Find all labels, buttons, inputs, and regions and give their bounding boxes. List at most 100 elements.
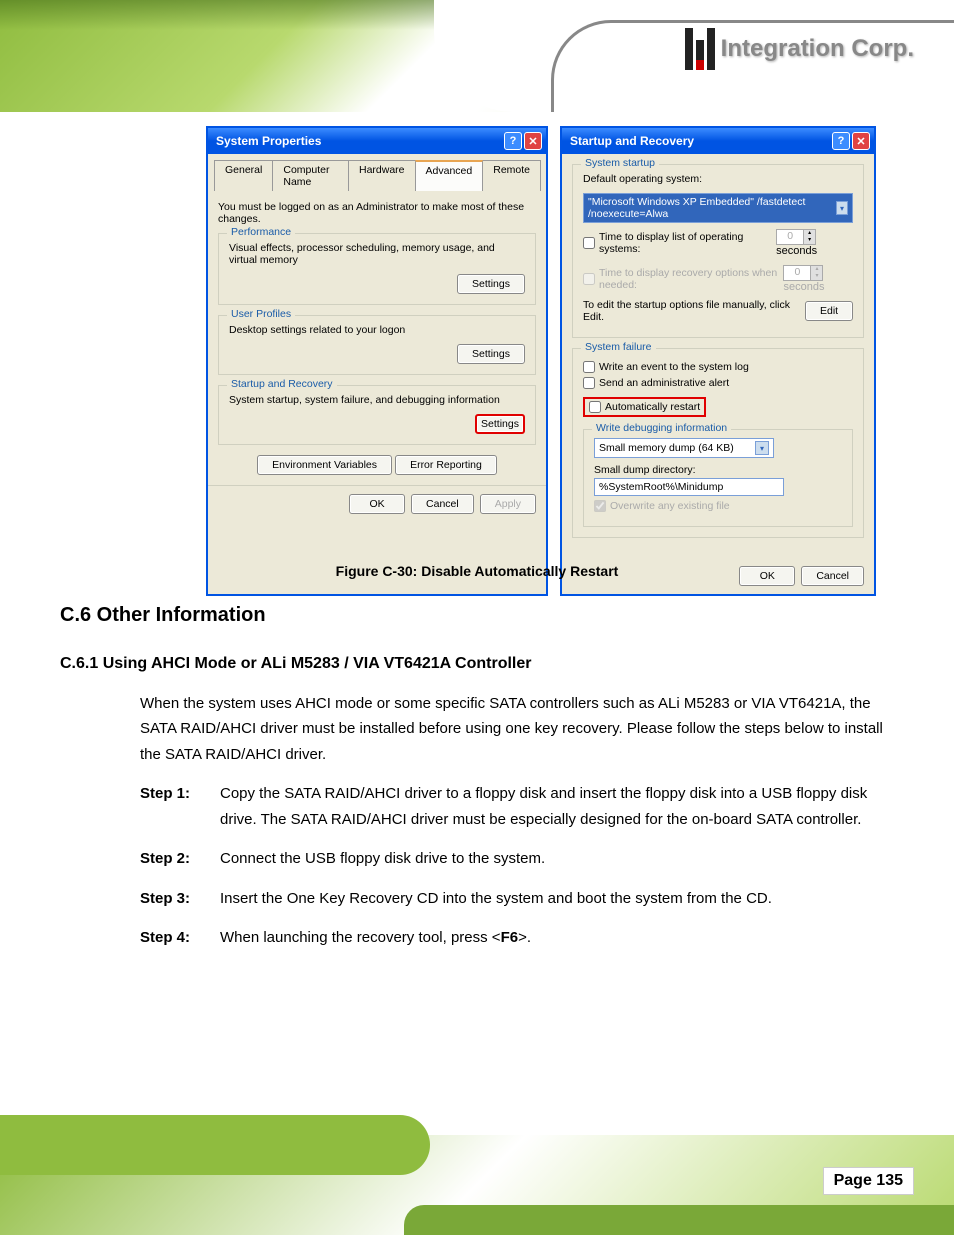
tab-remote[interactable]: Remote: [482, 160, 541, 191]
seconds-label: seconds: [776, 245, 817, 257]
startup-recovery-desc: System startup, system failure, and debu…: [229, 394, 525, 406]
send-alert-checkbox[interactable]: [583, 377, 595, 389]
system-properties-dialog: System Properties ? ✕ General Computer N…: [206, 126, 548, 596]
time-recovery-checkbox: [583, 273, 595, 285]
help-icon[interactable]: ?: [832, 132, 850, 150]
step-text: Copy the SATA RAID/AHCI driver to a flop…: [220, 781, 894, 832]
footer-banner: [0, 1135, 954, 1235]
time-recovery-row: Time to display recovery options when ne…: [583, 267, 777, 291]
dialog-titlebar: System Properties ? ✕: [208, 128, 546, 154]
performance-settings-button[interactable]: Settings: [457, 274, 525, 294]
step-1: Step 1: Copy the SATA RAID/AHCI driver t…: [60, 781, 894, 832]
figure-caption: Figure C-30: Disable Automatically Resta…: [60, 560, 894, 584]
user-profiles-legend: User Profiles: [227, 308, 295, 320]
debug-info-group: Write debugging information Small memory…: [583, 429, 853, 527]
auto-restart-checkbox[interactable]: [589, 401, 601, 413]
dump-type-select[interactable]: Small memory dump (64 KB) ▾: [594, 438, 774, 458]
time-list-checkbox[interactable]: [583, 237, 595, 249]
close-icon[interactable]: ✕: [852, 132, 870, 150]
cancel-button[interactable]: Cancel: [411, 494, 474, 514]
user-profiles-desc: Desktop settings related to your logon: [229, 324, 525, 336]
performance-legend: Performance: [227, 226, 295, 238]
chevron-down-icon[interactable]: ▾: [755, 441, 769, 455]
time-list-label: Time to display list of operating system…: [599, 231, 770, 255]
step-label: Step 2:: [140, 846, 200, 872]
system-startup-legend: System startup: [581, 157, 659, 169]
error-reporting-button[interactable]: Error Reporting: [395, 455, 497, 475]
step-label: Step 4:: [140, 925, 200, 951]
step-text: When launching the recovery tool, press …: [220, 925, 531, 951]
edit-note: To edit the startup options file manuall…: [583, 299, 799, 323]
debug-info-legend: Write debugging information: [592, 422, 731, 434]
step-text: Insert the One Key Recovery CD into the …: [220, 886, 772, 912]
dialog-title: System Properties: [216, 134, 502, 148]
system-failure-group: System failure Write an event to the sys…: [572, 348, 864, 538]
system-startup-group: System startup Default operating system:…: [572, 164, 864, 338]
auto-restart-row: Automatically restart: [583, 397, 706, 417]
help-icon[interactable]: ?: [504, 132, 522, 150]
dump-type-value: Small memory dump (64 KB): [599, 442, 734, 454]
tab-hardware[interactable]: Hardware: [348, 160, 416, 191]
footer-right: [404, 1205, 954, 1235]
company-logo: Integration Corp.: [685, 28, 914, 70]
write-event-row: Write an event to the system log: [583, 361, 853, 373]
user-profiles-settings-button[interactable]: Settings: [457, 344, 525, 364]
dialog-body: You must be logged on as an Administrato…: [208, 191, 546, 485]
apply-button[interactable]: Apply: [480, 494, 536, 514]
startup-recovery-settings-button[interactable]: Settings: [475, 414, 525, 434]
header-banner: Integration Corp.: [0, 0, 954, 112]
default-os-value: "Microsoft Windows XP Embedded" /fastdet…: [588, 196, 836, 220]
paragraph: When the system uses AHCI mode or some s…: [60, 691, 894, 768]
overwrite-label: Overwrite any existing file: [610, 500, 730, 512]
page-number: Page 135: [823, 1167, 914, 1195]
dialog-titlebar: Startup and Recovery ? ✕: [562, 128, 874, 154]
dump-dir-input[interactable]: %SystemRoot%\Minidump: [594, 478, 784, 496]
ok-button[interactable]: OK: [349, 494, 405, 514]
tabs: General Computer Name Hardware Advanced …: [208, 154, 546, 191]
seconds-label: seconds: [783, 281, 824, 293]
section-heading: C.6 Other Information: [60, 598, 894, 632]
subsection-heading: C.6.1 Using AHCI Mode or ALi M5283 / VIA…: [60, 650, 894, 677]
tab-advanced[interactable]: Advanced: [415, 160, 484, 191]
write-event-label: Write an event to the system log: [599, 361, 749, 373]
admin-note: You must be logged on as an Administrato…: [218, 201, 536, 225]
step-2: Step 2: Connect the USB floppy disk driv…: [60, 846, 894, 872]
chevron-down-icon[interactable]: ▾: [836, 201, 848, 215]
write-event-checkbox[interactable]: [583, 361, 595, 373]
auto-restart-label: Automatically restart: [605, 401, 700, 413]
close-icon[interactable]: ✕: [524, 132, 542, 150]
time-list-spinner[interactable]: 0 ▴▾: [776, 229, 816, 245]
system-failure-legend: System failure: [581, 341, 656, 353]
startup-recovery-legend: Startup and Recovery: [227, 378, 337, 390]
performance-desc: Visual effects, processor scheduling, me…: [229, 242, 525, 266]
time-recovery-spinner: 0 ▴▾: [783, 265, 823, 281]
step-label: Step 3:: [140, 886, 200, 912]
edit-button[interactable]: Edit: [805, 301, 853, 321]
startup-recovery-dialog: Startup and Recovery ? ✕ System startup …: [560, 126, 876, 596]
screenshot-dialogs: System Properties ? ✕ General Computer N…: [206, 126, 876, 596]
performance-group: Performance Visual effects, processor sc…: [218, 233, 536, 305]
footer-curve: [0, 1115, 430, 1175]
time-list-row: Time to display list of operating system…: [583, 231, 770, 255]
send-alert-label: Send an administrative alert: [599, 377, 729, 389]
send-alert-row: Send an administrative alert: [583, 377, 853, 389]
step-4: Step 4: When launching the recovery tool…: [60, 925, 894, 951]
default-os-label: Default operating system:: [583, 173, 853, 185]
tab-computer-name[interactable]: Computer Name: [272, 160, 349, 191]
environment-variables-button[interactable]: Environment Variables: [257, 455, 392, 475]
step-label: Step 1:: [140, 781, 200, 832]
step-3: Step 3: Insert the One Key Recovery CD i…: [60, 886, 894, 912]
dump-dir-label: Small dump directory:: [594, 464, 842, 476]
startup-recovery-group: Startup and Recovery System startup, sys…: [218, 385, 536, 445]
logo-text: Integration Corp.: [721, 35, 914, 63]
user-profiles-group: User Profiles Desktop settings related t…: [218, 315, 536, 375]
default-os-select[interactable]: "Microsoft Windows XP Embedded" /fastdet…: [583, 193, 853, 223]
overwrite-checkbox: [594, 500, 606, 512]
dialog-footer: OK Cancel Apply: [208, 485, 546, 522]
dialog-title: Startup and Recovery: [570, 134, 830, 148]
time-recovery-label: Time to display recovery options when ne…: [599, 267, 777, 291]
step-text: Connect the USB floppy disk drive to the…: [220, 846, 545, 872]
overwrite-row: Overwrite any existing file: [594, 500, 842, 512]
tab-general[interactable]: General: [214, 160, 273, 191]
dialog-body: System startup Default operating system:…: [562, 154, 874, 558]
